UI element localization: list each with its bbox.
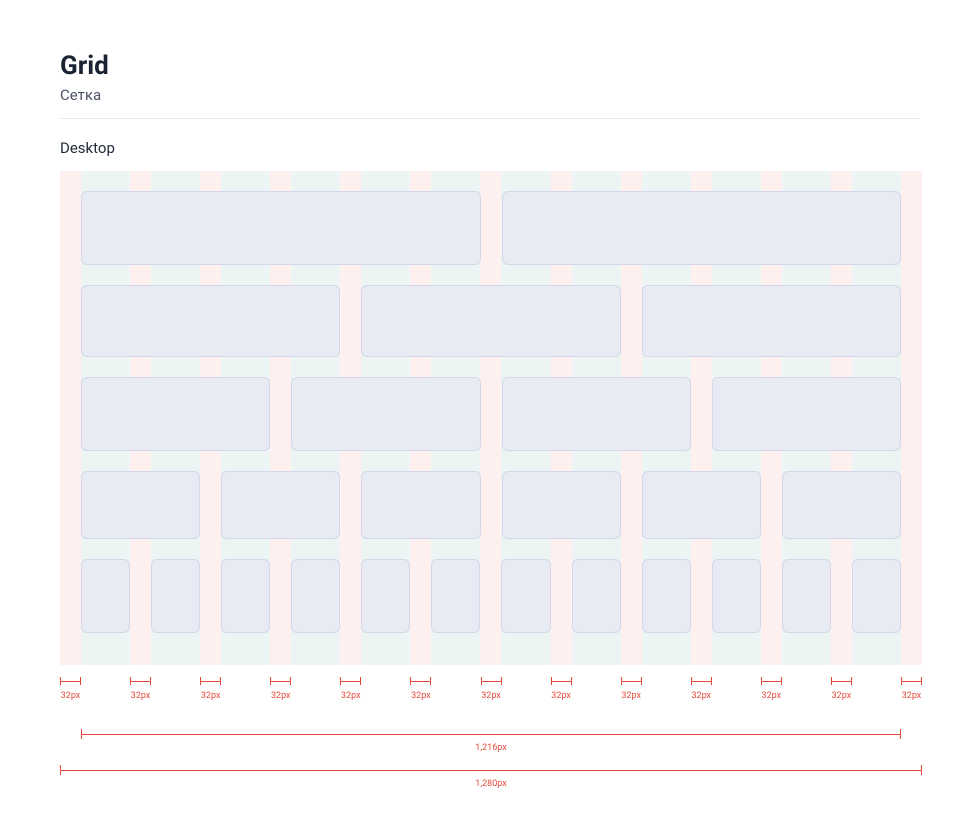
measure-bracket <box>200 677 221 685</box>
grid-card <box>221 559 270 633</box>
gutter-measure: 32px <box>130 677 151 701</box>
grid-card <box>642 559 691 633</box>
inner-width-measurement: 1,216px <box>60 729 922 755</box>
gutter-measure: 32px <box>831 677 852 701</box>
grid-card <box>502 191 902 265</box>
gutter-label: 32px <box>481 691 501 701</box>
measure-bracket <box>551 677 572 685</box>
grid-card <box>221 471 340 539</box>
measure-line <box>60 765 922 775</box>
measurement-annotations: 32px 32px 32px 32px 32px 32px 32px 32px 32px 32px… <box>60 677 922 791</box>
card-row <box>81 285 901 357</box>
outer-width-label: 1,280px <box>475 779 506 789</box>
gutter-measure: 32px <box>200 677 221 701</box>
gutter-label: 32px <box>902 691 922 701</box>
measure-bracket <box>340 677 361 685</box>
gutter-measure: 32px <box>410 677 431 701</box>
section-label: Desktop <box>60 139 920 157</box>
gutter-measure: 32px <box>340 677 361 701</box>
gutter-measurements: 32px 32px 32px 32px 32px 32px 32px 32px 32px 32px… <box>60 677 922 719</box>
grid-card <box>501 559 550 633</box>
grid-card <box>361 285 620 357</box>
gutter-measure: 32px <box>551 677 572 701</box>
grid-card <box>502 377 691 451</box>
gutter-measure: 32px <box>691 677 712 701</box>
measure-bracket <box>481 677 502 685</box>
measure-bracket <box>621 677 642 685</box>
grid-card <box>81 559 130 633</box>
gutter-label: 32px <box>271 691 291 701</box>
grid-card <box>502 471 621 539</box>
measure-bracket <box>761 677 782 685</box>
gutter-label: 32px <box>131 691 151 701</box>
gutter-label: 32px <box>61 691 81 701</box>
measure-line <box>81 729 901 739</box>
card-row <box>81 559 901 633</box>
example-cards <box>60 171 922 665</box>
grid-card <box>361 559 410 633</box>
grid-card <box>81 471 200 539</box>
grid-card <box>642 471 761 539</box>
page-subtitle: Сетка <box>60 86 920 104</box>
gutter-label: 32px <box>621 691 641 701</box>
gutter-label: 32px <box>341 691 361 701</box>
card-row <box>81 191 901 265</box>
page-header: Grid Сетка <box>60 50 920 119</box>
card-row <box>81 377 901 451</box>
gutter-label: 32px <box>832 691 852 701</box>
grid-card <box>81 377 270 451</box>
grid-card <box>852 559 901 633</box>
grid-card <box>572 559 621 633</box>
gutter-label: 32px <box>551 691 571 701</box>
grid-card <box>782 559 831 633</box>
measure-bracket <box>691 677 712 685</box>
grid-card <box>151 559 200 633</box>
gutter-label: 32px <box>411 691 431 701</box>
grid-card <box>712 377 901 451</box>
gutter-measure: 32px <box>761 677 782 701</box>
grid-card <box>361 471 480 539</box>
grid-card <box>291 559 340 633</box>
gutter-label: 32px <box>762 691 782 701</box>
measure-bracket <box>130 677 151 685</box>
grid-canvas <box>60 171 922 665</box>
inner-width-label: 1,216px <box>475 743 506 753</box>
page-title: Grid <box>60 50 920 84</box>
gutter-label: 32px <box>691 691 711 701</box>
measure-bracket <box>901 677 922 685</box>
outer-width-measurement: 1,280px <box>60 765 922 791</box>
measure-bracket <box>410 677 431 685</box>
gutter-measure: 32px <box>481 677 502 701</box>
grid-card <box>81 191 481 265</box>
measure-bracket <box>60 677 81 685</box>
grid-card <box>712 559 761 633</box>
measure-bracket <box>270 677 291 685</box>
gutter-measure: 32px <box>60 677 81 701</box>
grid-card <box>431 559 480 633</box>
card-row <box>81 471 901 539</box>
grid-card <box>291 377 480 451</box>
gutter-measure: 32px <box>270 677 291 701</box>
measure-bracket <box>831 677 852 685</box>
gutter-measure: 32px <box>621 677 642 701</box>
grid-card <box>81 285 340 357</box>
grid-card <box>782 471 901 539</box>
gutter-label: 32px <box>201 691 221 701</box>
gutter-measure: 32px <box>901 677 922 701</box>
grid-card <box>642 285 901 357</box>
